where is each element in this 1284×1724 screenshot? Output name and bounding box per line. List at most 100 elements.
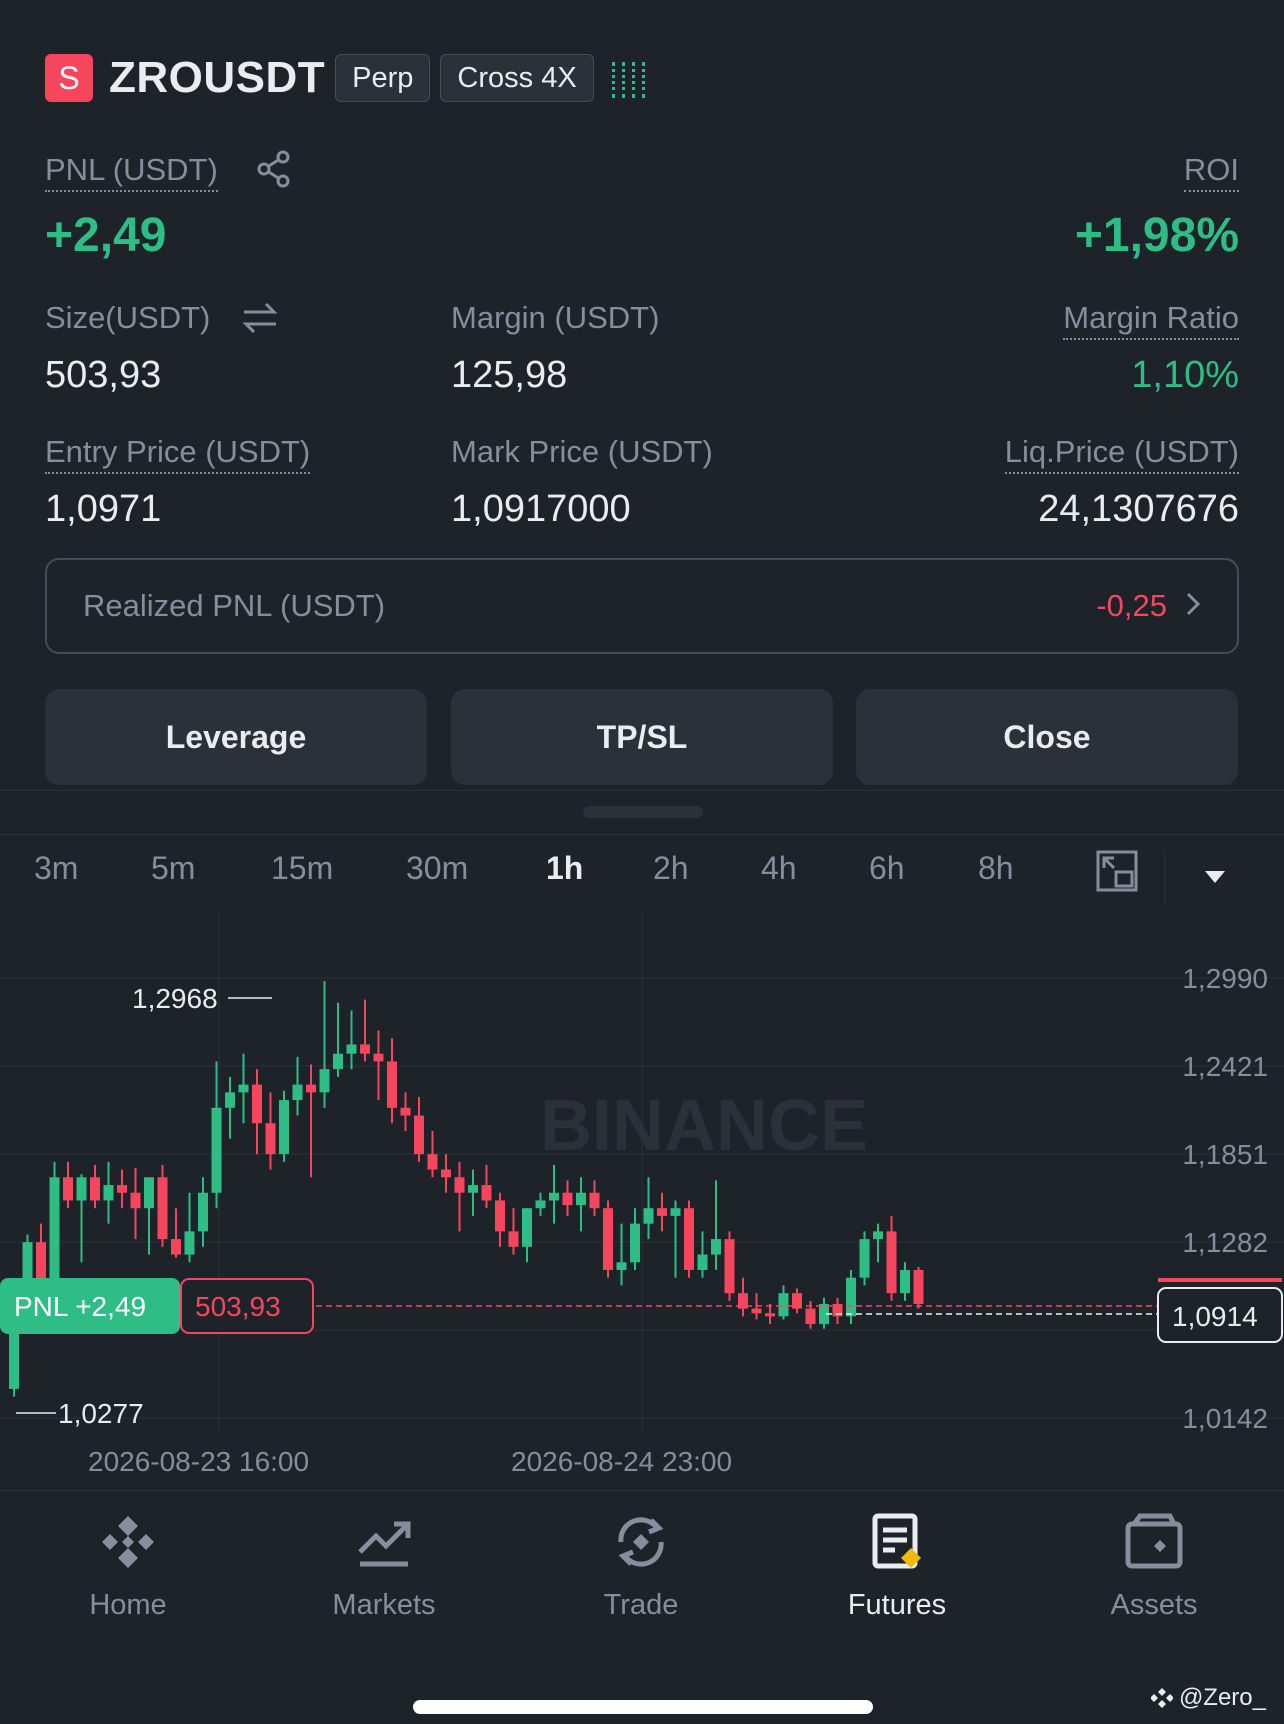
candle xyxy=(346,1010,357,1070)
binance-logo-icon xyxy=(1150,1688,1173,1708)
candle xyxy=(373,1030,384,1101)
candle xyxy=(792,1288,802,1314)
candle xyxy=(711,1180,721,1270)
nav-markets-label: Markets xyxy=(332,1589,436,1621)
candle-body xyxy=(184,1231,195,1255)
candle xyxy=(846,1269,856,1325)
candle xyxy=(765,1303,775,1325)
tf-30m[interactable]: 30m xyxy=(406,850,468,887)
candle-body xyxy=(211,1107,222,1193)
candle xyxy=(306,1064,316,1178)
price-chart[interactable]: BINANCE 1,2968 1,0277 1,2990 1,2421 1,1851… xyxy=(0,910,1284,1440)
tf-4h[interactable]: 4h xyxy=(761,850,797,887)
liq-price-value: 24,1307676 xyxy=(1038,488,1239,530)
candle-body xyxy=(130,1192,141,1209)
candle-body xyxy=(697,1254,708,1270)
pnl-tag-text: PNL +2,49 xyxy=(14,1291,146,1322)
candle xyxy=(603,1200,613,1278)
margin-value: 125,98 xyxy=(451,354,568,396)
home-indicator[interactable] xyxy=(413,1700,873,1714)
candle-body xyxy=(670,1208,681,1216)
candle xyxy=(76,1174,87,1263)
candle-body xyxy=(562,1192,573,1206)
candle-body xyxy=(900,1269,910,1294)
nav-markets[interactable]: Markets xyxy=(294,1510,474,1622)
candle-body xyxy=(657,1208,667,1216)
nav-trade[interactable]: Trade xyxy=(551,1510,731,1622)
tf-6h[interactable]: 6h xyxy=(869,850,905,887)
candle xyxy=(886,1215,897,1301)
candle-body xyxy=(76,1177,87,1201)
chart-settings-icon[interactable] xyxy=(1096,850,1138,897)
candle xyxy=(508,1208,519,1255)
candle-body xyxy=(711,1239,721,1255)
drag-handle[interactable] xyxy=(583,806,703,818)
candle-body xyxy=(495,1200,505,1232)
entry-price-label[interactable]: Entry Price (USDT) xyxy=(45,434,311,474)
candle xyxy=(49,1161,60,1286)
candle-body xyxy=(333,1053,343,1070)
leverage-button[interactable]: Leverage xyxy=(45,689,427,785)
candle xyxy=(738,1277,748,1317)
candle-body xyxy=(846,1277,856,1317)
candle-body xyxy=(454,1177,465,1193)
candle-body xyxy=(805,1308,816,1325)
candle-body xyxy=(144,1177,154,1209)
liq-price-label[interactable]: Liq.Price (USDT) xyxy=(1004,434,1239,474)
tf-2h[interactable]: 2h xyxy=(653,850,689,887)
candle xyxy=(117,1169,127,1209)
adl-indicator-icon[interactable] xyxy=(611,58,645,98)
nav-futures-label: Futures xyxy=(847,1589,947,1621)
size-value: 503,93 xyxy=(45,354,162,396)
realized-pnl-row[interactable]: Realized PNL (USDT) -0,25 xyxy=(45,558,1239,654)
binance-home-icon xyxy=(102,1516,154,1568)
tf-1h[interactable]: 1h xyxy=(546,850,583,887)
share-icon[interactable] xyxy=(256,150,292,193)
candle-body xyxy=(751,1308,762,1314)
nav-assets[interactable]: Assets xyxy=(1064,1510,1244,1622)
candle xyxy=(184,1192,195,1263)
candle xyxy=(576,1177,586,1232)
candle-body xyxy=(117,1185,127,1193)
nav-assets-label: Assets xyxy=(1110,1589,1198,1621)
close-position-button[interactable]: Close xyxy=(856,689,1238,785)
tpsl-button[interactable]: TP/SL xyxy=(451,689,833,785)
roi-value: +1,98% xyxy=(1074,209,1239,262)
candle-body xyxy=(522,1208,532,1247)
candle-body xyxy=(765,1313,775,1317)
tf-3m[interactable]: 3m xyxy=(34,850,78,887)
low-label: 1,0277 xyxy=(58,1398,144,1429)
candle xyxy=(441,1154,451,1193)
roi-label[interactable]: ROI xyxy=(1183,152,1239,192)
tf-5m[interactable]: 5m xyxy=(151,850,195,887)
nav-futures[interactable]: Futures xyxy=(807,1510,987,1622)
margin-ratio-label[interactable]: Margin Ratio xyxy=(1063,300,1239,340)
candle xyxy=(252,1069,262,1155)
candle-body xyxy=(643,1208,654,1224)
chevron-right-icon xyxy=(1185,591,1201,622)
candle-body xyxy=(778,1293,789,1317)
pnl-label[interactable]: PNL (USDT) xyxy=(45,152,218,192)
tf-8h[interactable]: 8h xyxy=(978,850,1014,887)
margin-mode-tag[interactable]: Cross 4X xyxy=(440,54,594,102)
candle-body xyxy=(279,1100,289,1155)
more-timeframes-icon[interactable] xyxy=(1204,870,1226,889)
candle-body xyxy=(171,1239,181,1255)
candle xyxy=(238,1053,249,1124)
tf-15m[interactable]: 15m xyxy=(271,850,333,887)
candle-body xyxy=(36,1242,46,1280)
nav-home[interactable]: Home xyxy=(38,1510,218,1622)
footer-watermark-text: @Zero_ xyxy=(1178,1684,1266,1711)
candle-body xyxy=(292,1084,303,1101)
margin-label: Margin (USDT) xyxy=(451,300,660,335)
candle xyxy=(616,1223,627,1286)
swap-units-icon[interactable] xyxy=(240,300,280,341)
candle xyxy=(900,1262,910,1301)
candle xyxy=(225,1076,235,1139)
pnl-position-tag[interactable]: PNL +2,49 503,93 xyxy=(0,1278,314,1334)
trade-swap-icon xyxy=(618,1517,664,1567)
candle-body xyxy=(265,1123,276,1155)
candle xyxy=(778,1285,789,1320)
symbol-title[interactable]: ZROUSDT xyxy=(109,53,325,103)
y-tick-label: 1,0142 xyxy=(1182,1403,1268,1434)
